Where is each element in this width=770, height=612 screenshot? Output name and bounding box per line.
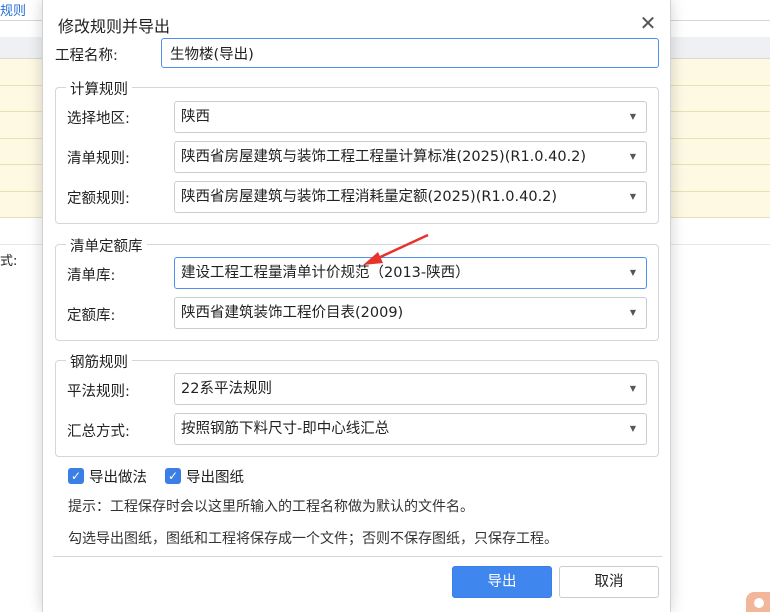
check-icon: ✓	[165, 468, 181, 484]
region-select[interactable]: 陕西 ▼	[174, 101, 647, 133]
close-icon[interactable]: ✕	[637, 12, 659, 34]
cancel-button[interactable]: 取消	[559, 566, 659, 598]
list-rule-select[interactable]: 陕西省房屋建筑与装饰工程工程量计算标准(2025)(R1.0.40.2) ▼	[174, 141, 647, 173]
quota-rule-value: 陕西省房屋建筑与装饰工程消耗量定额(2025)(R1.0.40.2)	[181, 189, 558, 205]
export-method-checkbox[interactable]: ✓ 导出做法	[68, 466, 147, 486]
triangle-down-icon: ▼	[629, 308, 636, 317]
flat-rule-label: 平法规则:	[67, 384, 130, 400]
export-drawing-label: 导出图纸	[186, 469, 244, 486]
rebar-rules-title: 钢筋规则	[66, 351, 132, 372]
list-rule-label: 清单规则:	[67, 151, 130, 167]
quota-lib-select[interactable]: 陕西省建筑装饰工程价目表(2009) ▼	[174, 297, 647, 329]
triangle-down-icon: ▼	[629, 424, 636, 433]
calc-rules-title: 计算规则	[66, 78, 132, 99]
flat-rule-value: 22系平法规则	[181, 381, 272, 397]
region-label: 选择地区:	[67, 111, 130, 127]
summary-value: 按照钢筋下料尺寸-即中心线汇总	[181, 421, 390, 437]
flat-rule-select[interactable]: 22系平法规则 ▼	[174, 373, 647, 405]
footer-divider	[53, 556, 662, 557]
floating-helper-icon[interactable]	[746, 592, 770, 612]
triangle-down-icon: ▼	[629, 112, 636, 121]
background-tab[interactable]: 规则	[0, 0, 26, 20]
background-side-label: 式:	[0, 254, 18, 269]
quota-lib-label: 定额库:	[67, 308, 116, 324]
export-drawing-checkbox[interactable]: ✓ 导出图纸	[165, 466, 244, 486]
quota-rule-select[interactable]: 陕西省房屋建筑与装饰工程消耗量定额(2025)(R1.0.40.2) ▼	[174, 181, 647, 213]
list-lib-select[interactable]: 建设工程工程量清单计价规范（2013-陕西） ▼	[174, 257, 647, 289]
libraries-title: 清单定额库	[66, 235, 147, 256]
export-method-label: 导出做法	[89, 469, 147, 486]
list-lib-label: 清单库:	[67, 268, 116, 284]
quota-lib-value: 陕西省建筑装饰工程价目表(2009)	[181, 305, 404, 321]
region-value: 陕西	[181, 109, 210, 125]
triangle-down-icon: ▼	[629, 384, 636, 393]
check-icon: ✓	[68, 468, 84, 484]
triangle-down-icon: ▼	[629, 152, 636, 161]
summary-label: 汇总方式:	[67, 424, 130, 440]
hint-filename: 提示：工程保存时会以这里所输入的工程名称做为默认的文件名。	[68, 499, 474, 515]
triangle-down-icon: ▼	[629, 192, 636, 201]
list-lib-value: 建设工程工程量清单计价规范（2013-陕西）	[181, 265, 470, 281]
export-button[interactable]: 导出	[452, 566, 552, 598]
triangle-down-icon: ▼	[629, 268, 636, 277]
modify-rules-export-dialog: 修改规则并导出 ✕ 工程名称: 计算规则 选择地区: 陕西 ▼ 清单规则: 陕西…	[42, 0, 671, 612]
project-name-input[interactable]	[161, 38, 659, 68]
project-name-label: 工程名称:	[55, 48, 118, 64]
list-rule-value: 陕西省房屋建筑与装饰工程工程量计算标准(2025)(R1.0.40.2)	[181, 149, 587, 165]
dialog-title: 修改规则并导出	[58, 17, 171, 36]
hint-drawing: 勾选导出图纸，图纸和工程将保存成一个文件；否则不保存图纸，只保存工程。	[68, 531, 558, 547]
summary-select[interactable]: 按照钢筋下料尺寸-即中心线汇总 ▼	[174, 413, 647, 445]
quota-rule-label: 定额规则:	[67, 191, 130, 207]
